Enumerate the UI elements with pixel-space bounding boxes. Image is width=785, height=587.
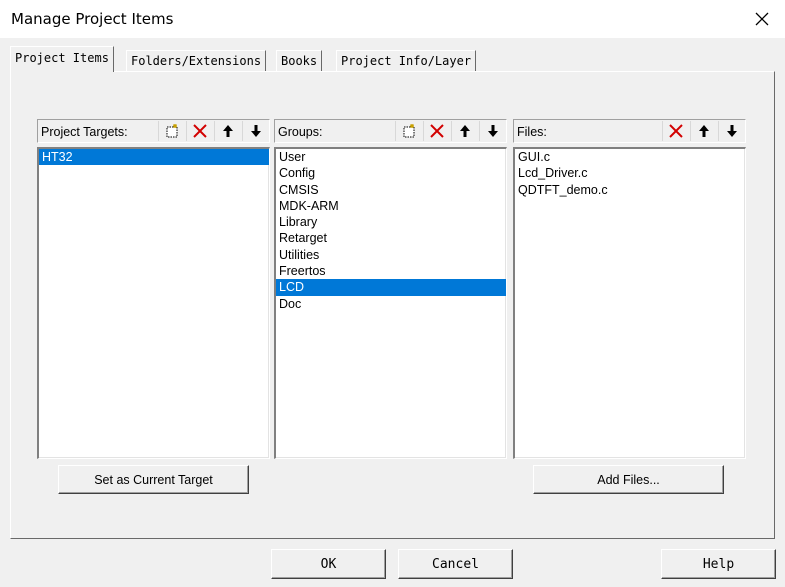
help-button[interactable]: Help xyxy=(661,549,776,579)
ok-label: OK xyxy=(320,556,337,572)
close-icon xyxy=(755,12,769,26)
tab-project-info-layer[interactable]: Project Info/Layer xyxy=(336,50,477,71)
new-item-icon xyxy=(166,124,178,138)
list-item[interactable]: Library xyxy=(276,214,506,230)
targets-label: Project Targets: xyxy=(41,125,128,139)
list-item[interactable]: User xyxy=(276,149,506,165)
move-group-up-button[interactable] xyxy=(451,121,478,141)
move-file-down-button[interactable] xyxy=(718,121,745,141)
new-target-button[interactable] xyxy=(158,121,185,141)
list-item[interactable]: Retarget xyxy=(276,230,506,246)
move-group-down-button[interactable] xyxy=(479,121,506,141)
tab-folders-extensions[interactable]: Folders/Extensions xyxy=(126,50,267,71)
move-file-up-button[interactable] xyxy=(690,121,717,141)
move-target-down-button[interactable] xyxy=(242,121,269,141)
list-item[interactable]: MDK-ARM xyxy=(276,198,506,214)
title-bar: Manage Project Items xyxy=(0,0,785,38)
move-up-icon xyxy=(460,125,470,137)
list-item[interactable]: Doc xyxy=(276,296,506,312)
list-item[interactable]: GUI.c xyxy=(515,149,745,165)
files-header: Files: xyxy=(513,119,746,143)
move-up-icon xyxy=(699,125,709,137)
list-item[interactable]: LCD xyxy=(276,279,506,296)
delete-icon xyxy=(669,124,683,138)
list-item[interactable]: QDTFT_demo.c xyxy=(515,182,745,198)
list-item[interactable]: Freertos xyxy=(276,263,506,279)
move-up-icon xyxy=(223,125,233,137)
move-down-icon xyxy=(727,125,737,137)
delete-target-button[interactable] xyxy=(186,121,213,141)
add-files-button[interactable]: Add Files... xyxy=(533,465,724,494)
ok-button[interactable]: OK xyxy=(271,549,386,579)
tab-label: Folders/Extensions xyxy=(131,54,262,68)
groups-label: Groups: xyxy=(278,125,323,139)
new-group-button[interactable] xyxy=(395,121,422,141)
targets-header: Project Targets: xyxy=(37,119,270,143)
set-current-target-label: Set as Current Target xyxy=(94,472,213,487)
delete-group-button[interactable] xyxy=(423,121,450,141)
move-target-up-button[interactable] xyxy=(214,121,241,141)
targets-list[interactable]: HT32 xyxy=(37,147,270,459)
groups-list[interactable]: User Config CMSIS MDK-ARM Library Retarg… xyxy=(274,147,507,459)
delete-icon xyxy=(430,124,444,138)
tab-books[interactable]: Books xyxy=(276,50,323,71)
new-item-icon xyxy=(403,124,415,138)
files-label: Files: xyxy=(517,125,547,139)
tab-project-items[interactable]: Project Items xyxy=(10,46,114,72)
list-item[interactable]: HT32 xyxy=(39,149,269,166)
cancel-label: Cancel xyxy=(432,556,479,572)
set-current-target-button[interactable]: Set as Current Target xyxy=(58,465,249,494)
help-label: Help xyxy=(702,556,735,572)
move-down-icon xyxy=(488,125,498,137)
add-files-label: Add Files... xyxy=(597,472,660,487)
tab-label: Project Info/Layer xyxy=(341,54,472,68)
window-title: Manage Project Items xyxy=(11,10,174,28)
files-list[interactable]: GUI.c Lcd_Driver.c QDTFT_demo.c xyxy=(513,147,746,459)
tab-label: Project Items xyxy=(15,51,109,65)
list-item[interactable]: Lcd_Driver.c xyxy=(515,165,745,181)
cancel-button[interactable]: Cancel xyxy=(398,549,513,579)
list-item[interactable]: CMSIS xyxy=(276,182,506,198)
groups-header: Groups: xyxy=(274,119,507,143)
delete-file-button[interactable] xyxy=(662,121,689,141)
tab-label: Books xyxy=(281,54,318,68)
list-item[interactable]: Config xyxy=(276,165,506,181)
close-button[interactable] xyxy=(746,6,778,32)
move-down-icon xyxy=(251,125,261,137)
list-item[interactable]: Utilities xyxy=(276,247,506,263)
delete-icon xyxy=(193,124,207,138)
